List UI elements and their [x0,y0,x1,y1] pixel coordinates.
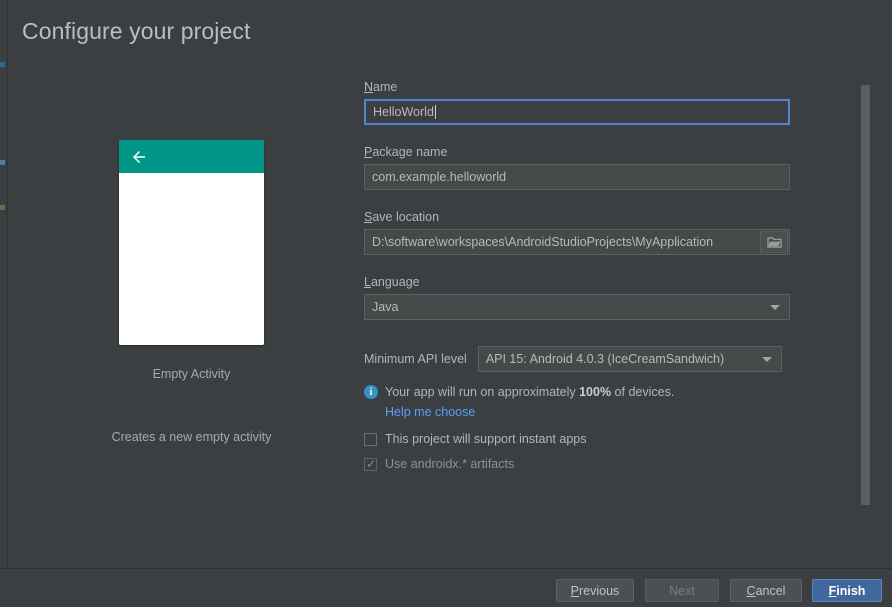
page-title: Configure your project [22,18,251,44]
save-location-input[interactable]: D:\software\workspaces\AndroidStudioProj… [364,229,790,255]
name-label: Name [364,80,398,94]
package-name-input[interactable]: com.example.helloworld [364,164,790,190]
device-coverage-info: i Your app will run on approximately 100… [364,385,799,399]
save-location-label: Save location [364,210,440,224]
package-name-input-value: com.example.helloworld [372,170,507,184]
browse-folder-button[interactable] [760,231,788,253]
androidx-checkbox-row: ✓ Use androidx.* artifacts [364,457,799,471]
device-coverage-text: Your app will run on approximately 100% … [385,385,675,399]
instant-apps-checkbox-row[interactable]: This project will support instant apps [364,432,799,446]
min-api-select[interactable]: API 15: Android 4.0.3 (IceCreamSandwich) [477,346,782,372]
instant-apps-label: This project will support instant apps [385,432,587,446]
checkmark-icon: ✓ [366,456,377,471]
chevron-down-icon [770,305,780,310]
back-arrow-icon [133,151,145,163]
name-input[interactable]: HelloWorld [364,99,790,125]
bg-tick [0,160,5,165]
previous-button[interactable]: Previous [556,579,634,602]
name-input-value: HelloWorld [373,105,434,119]
androidx-checkbox: ✓ [364,456,377,471]
package-name-label: Package name [364,145,448,159]
text-caret [434,105,436,119]
language-label: Language [364,275,420,289]
cancel-button[interactable]: Cancel [730,579,802,602]
min-api-row: Minimum API level API 15: Android 4.0.3 … [364,346,799,372]
next-button: Next [645,579,719,602]
dialog-footer: Previous Next Cancel Finish [0,569,892,607]
min-api-select-value: API 15: Android 4.0.3 (IceCreamSandwich) [485,352,725,366]
dialog-body: Configure your project Empty Activity Cr… [9,0,892,607]
finish-button[interactable]: Finish [812,579,882,602]
instant-apps-checkbox[interactable] [364,432,377,446]
help-me-choose-link[interactable]: Help me choose [385,405,475,419]
folder-icon [766,236,782,248]
activity-description-label: Creates a new empty activity [111,430,272,444]
chevron-down-icon [761,357,772,362]
bg-tick [0,62,5,67]
min-api-label: Minimum API level [364,352,467,366]
androidx-label: Use androidx.* artifacts [385,457,515,471]
info-icon: i [364,385,378,399]
activity-preview-panel: Empty Activity Creates a new empty activ… [19,140,364,444]
language-select[interactable]: Java [364,294,790,320]
language-select-value: Java [372,300,399,314]
bg-tick [0,205,5,210]
save-location-input-value: D:\software\workspaces\AndroidStudioProj… [372,235,714,249]
preview-content-area [119,173,264,345]
scrollbar-thumb[interactable] [861,85,870,505]
preview-app-bar [119,140,264,173]
configure-project-dialog: Configure your project Empty Activity Cr… [0,0,892,607]
project-form: Name HelloWorld Package name com.example… [364,80,799,471]
activity-name-label: Empty Activity [152,367,231,381]
activity-preview-thumbnail [119,140,264,345]
vertical-scrollbar[interactable] [861,60,870,560]
background-window-strip [0,0,8,607]
